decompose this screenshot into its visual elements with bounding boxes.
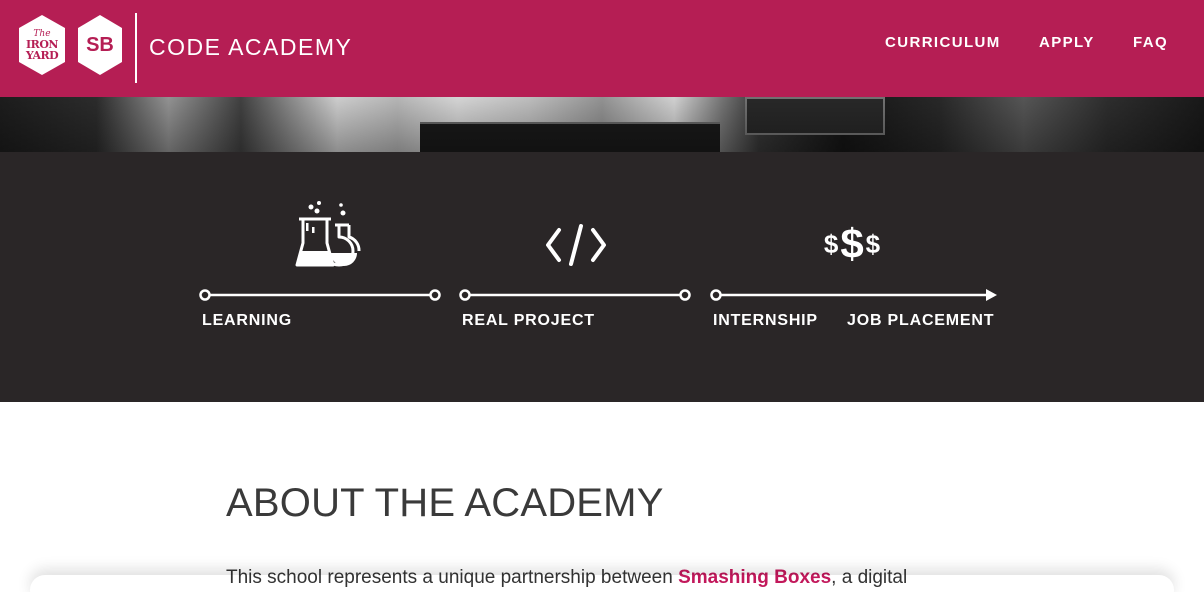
iron-yard-logo: The IRON YARD (18, 14, 66, 76)
hero-photo (0, 97, 1204, 152)
step-label-real-project: REAL PROJECT (462, 312, 595, 329)
logo-iron-text: IRON (26, 37, 58, 51)
step-label-learning: LEARNING (202, 312, 292, 329)
dollar-large: $ (840, 220, 864, 267)
code-brackets-icon (546, 224, 606, 266)
about-text-after: , a digital (831, 567, 908, 588)
step-label-job-placement: JOB PLACEMENT (847, 312, 995, 329)
smashing-boxes-link[interactable]: Smashing Boxes (678, 567, 831, 588)
brand-name[interactable]: CODE ACADEMY (149, 34, 352, 61)
dollar-small-right: $ (865, 228, 881, 259)
about-paragraph: This school represents a unique partners… (226, 567, 907, 589)
nav-faq[interactable]: FAQ (1133, 34, 1168, 51)
dollar-small-left: $ (823, 228, 839, 259)
sb-logo-text: SB (86, 33, 114, 56)
pathway-band: $ $ $ LEARNING REAL PROJECT INTERNSHIP JOB… (0, 152, 1204, 402)
dollar-signs-icon: $ $ $ (812, 220, 892, 268)
pathway-track (199, 289, 997, 301)
beakers-icon (295, 201, 361, 267)
logo-divider (135, 13, 137, 83)
site-header: The IRON YARD SB CODE ACADEMY CURRICULUM… (0, 0, 1204, 97)
about-text-before: This school represents a unique partners… (226, 567, 679, 588)
logo-yard-text: YARD (25, 48, 59, 62)
nav-apply[interactable]: APPLY (1039, 34, 1095, 51)
nav-curriculum[interactable]: CURRICULUM (885, 34, 1001, 51)
step-label-internship: INTERNSHIP (713, 312, 818, 329)
about-title: ABOUT THE ACADEMY (226, 481, 664, 525)
